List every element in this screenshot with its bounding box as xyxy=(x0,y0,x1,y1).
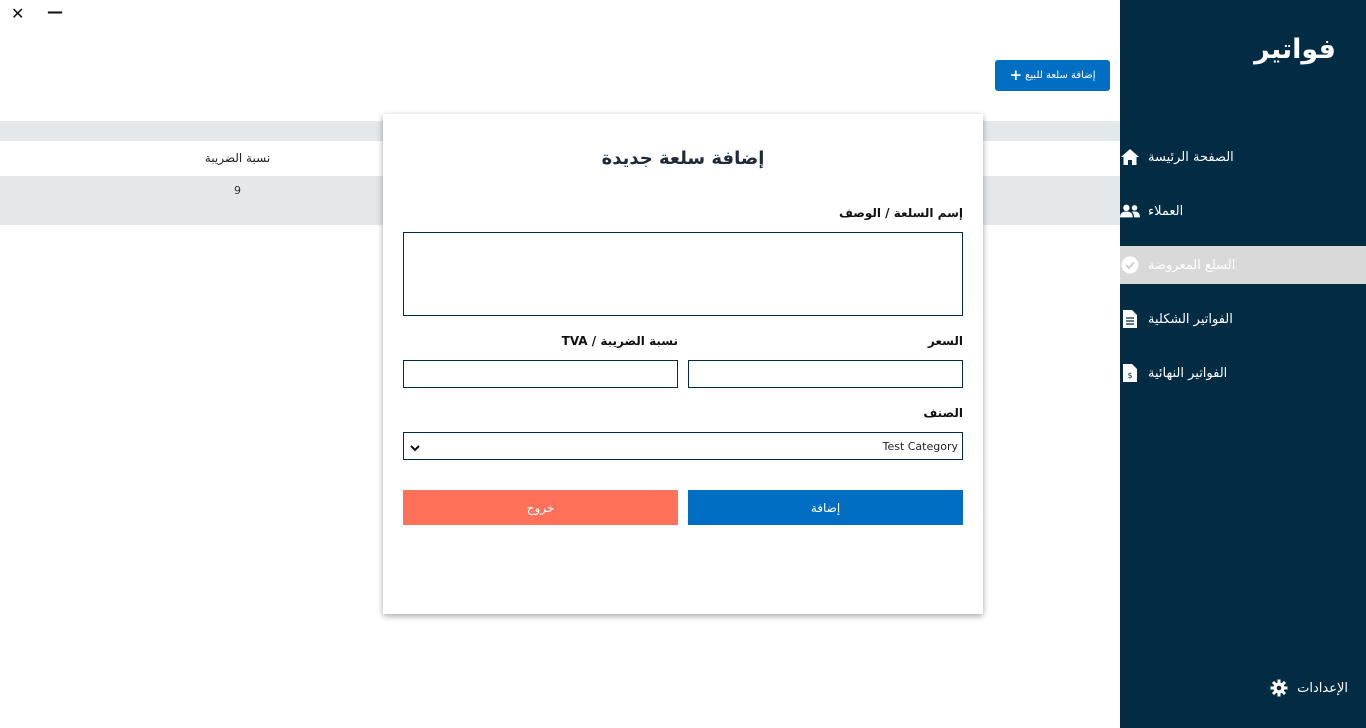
sidebar-item-proforma-invoices[interactable]: الفواتير الشكلية xyxy=(1120,300,1366,338)
add-item-label: إضافة سلعة للبيع xyxy=(1025,70,1096,81)
category-label: الصنف xyxy=(923,406,963,420)
check-circle-icon xyxy=(1120,255,1140,275)
price-field[interactable] xyxy=(688,360,963,388)
exit-button[interactable]: خروج xyxy=(403,490,678,525)
column-header-tax-rate: نسبة الضريبة xyxy=(204,151,271,165)
gear-icon xyxy=(1269,678,1289,698)
add-item-modal: إضافة سلعة جديدة إسم السلعة / الوصف السع… xyxy=(383,114,983,614)
settings-label: الإعدادات xyxy=(1297,680,1348,696)
tax-label: نسبة الضريبة / TVA xyxy=(561,334,678,348)
add-item-button[interactable]: إضافة سلعة للبيع + xyxy=(995,60,1110,91)
invoice-icon: $ xyxy=(1120,363,1140,383)
sidebar: فواتير الصفحة الرئيسة العملاء السلع المع… xyxy=(1120,0,1366,728)
sidebar-item-label: العملاء xyxy=(1148,203,1184,219)
category-select[interactable]: Test Category xyxy=(403,432,963,460)
category-selected-value: Test Category xyxy=(882,439,958,453)
sidebar-item-label: الفواتير الشكلية xyxy=(1148,311,1233,327)
app-window: ✕ — إضافة سلعة للبيع + نسبة الضريبة 9 إض… xyxy=(0,0,1366,728)
sidebar-item-label: الفواتير النهائية xyxy=(1148,365,1228,381)
sidebar-nav: الصفحة الرئيسة العملاء السلع المعروضة ال… xyxy=(1120,138,1366,408)
cell-tax-rate: 9 xyxy=(234,184,241,197)
modal-title: إضافة سلعة جديدة xyxy=(601,148,765,169)
chevron-down-icon xyxy=(410,437,420,456)
tax-field[interactable] xyxy=(403,360,678,388)
sidebar-item-settings[interactable]: الإعدادات xyxy=(1269,678,1348,698)
sidebar-item-home[interactable]: الصفحة الرئيسة xyxy=(1120,138,1366,176)
sidebar-item-label: الصفحة الرئيسة xyxy=(1148,149,1234,165)
close-icon[interactable]: ✕ xyxy=(11,4,24,24)
price-label: السعر xyxy=(927,334,963,348)
svg-text:$: $ xyxy=(1127,371,1132,380)
sidebar-item-label: السلع المعروضة xyxy=(1148,257,1236,273)
users-icon xyxy=(1120,201,1140,221)
name-description-field[interactable] xyxy=(403,232,963,316)
document-icon xyxy=(1120,309,1140,329)
home-icon xyxy=(1120,147,1140,167)
name-label: إسم السلعة / الوصف xyxy=(838,206,963,220)
minimize-icon[interactable]: — xyxy=(47,2,63,22)
submit-button[interactable]: إضافة xyxy=(688,490,963,525)
sidebar-item-final-invoices[interactable]: $ الفواتير النهائية xyxy=(1120,354,1366,392)
sidebar-item-products[interactable]: السلع المعروضة xyxy=(1120,246,1366,284)
plus-icon: + xyxy=(1009,66,1023,84)
sidebar-item-clients[interactable]: العملاء xyxy=(1120,192,1366,230)
brand-logo: فواتير xyxy=(1254,34,1336,65)
